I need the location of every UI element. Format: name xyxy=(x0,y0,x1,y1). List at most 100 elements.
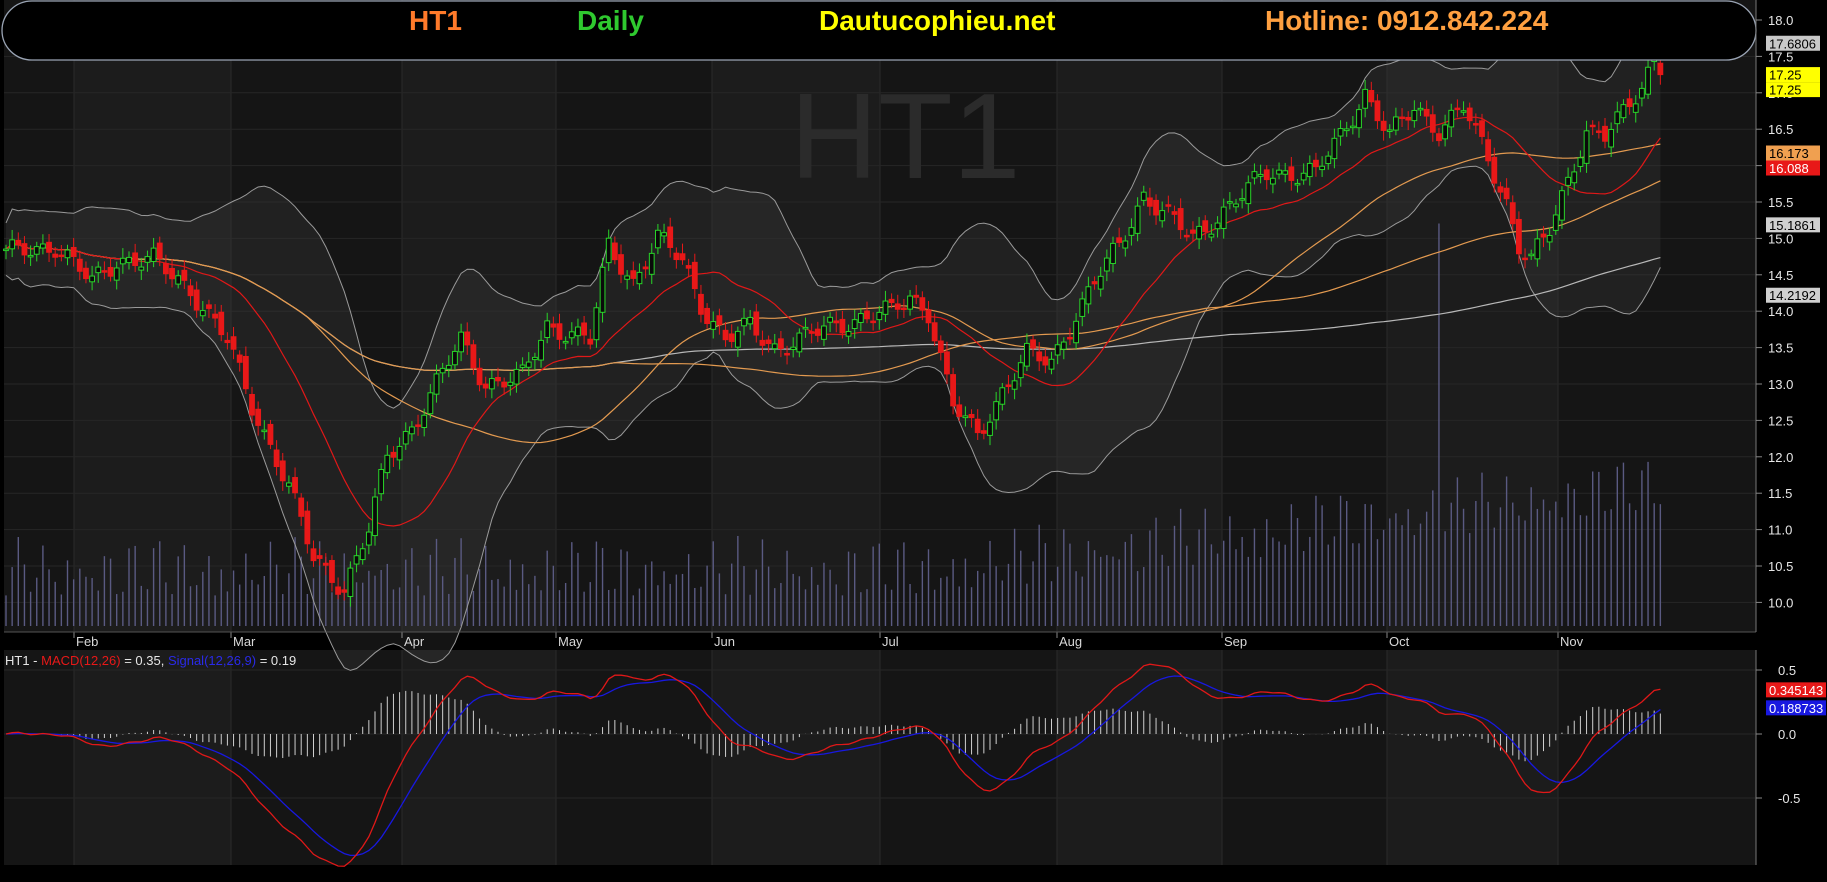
candle-body xyxy=(931,322,938,342)
candle-body xyxy=(101,270,108,273)
candle-body xyxy=(322,562,329,566)
candle-body xyxy=(1460,110,1467,113)
candle-body xyxy=(1085,286,1092,305)
candle-body xyxy=(249,393,255,416)
candle-body xyxy=(132,252,139,266)
candle-body xyxy=(1202,220,1209,232)
candle-body xyxy=(396,445,403,461)
candle-body xyxy=(888,298,895,303)
candle-body xyxy=(1091,281,1098,285)
candle-body xyxy=(624,275,631,280)
month-label: Apr xyxy=(404,634,425,649)
candle-body xyxy=(1565,176,1571,186)
candle-body xyxy=(821,325,827,340)
candle-body xyxy=(550,323,557,328)
candle-body xyxy=(495,377,501,382)
candle-body xyxy=(814,328,821,336)
candle-body xyxy=(599,266,606,313)
candle-body xyxy=(999,387,1006,405)
candle-body xyxy=(1005,384,1012,388)
candle-body xyxy=(630,270,637,279)
candle-body xyxy=(1073,320,1079,344)
candle-body xyxy=(83,267,89,280)
candle-body xyxy=(304,510,311,545)
candle-body xyxy=(1233,203,1239,208)
legend-sep: - xyxy=(30,653,42,668)
candle-body xyxy=(40,243,46,249)
chart-window: HT1 Feb Mar Apr May Jun Jul Aug Sep Oct Nov 18.0 17.… xyxy=(0,0,1827,882)
candle-body xyxy=(482,383,489,389)
candle-body xyxy=(747,316,754,325)
candle-body xyxy=(458,331,465,353)
candle-body xyxy=(605,237,612,264)
candle-body xyxy=(470,344,477,369)
last-sma200: 14.2192 xyxy=(1766,287,1820,303)
candle-body xyxy=(1153,199,1159,216)
month-label: Sep xyxy=(1224,634,1247,649)
candle-body xyxy=(845,331,852,337)
candle-body xyxy=(1319,165,1325,171)
last-sma100: 15.1861 xyxy=(1766,217,1820,233)
price-tick-label: 15.5 xyxy=(1768,195,1793,210)
candle-body xyxy=(1497,186,1504,193)
value-text: 17.25 xyxy=(1769,83,1802,98)
candle-body xyxy=(341,589,348,593)
candle-body xyxy=(46,241,52,253)
candle-body xyxy=(199,310,206,317)
legend-signal-value: = 0.19 xyxy=(256,653,296,668)
candle-body xyxy=(1368,89,1375,103)
candle-body xyxy=(956,404,963,417)
candle-body xyxy=(187,285,194,297)
candle-body xyxy=(353,555,360,565)
candle-body xyxy=(1442,124,1448,140)
candle-body xyxy=(433,373,440,395)
value-text: 16.173 xyxy=(1769,146,1809,161)
candle-body xyxy=(1472,123,1479,126)
candle-body xyxy=(1479,120,1485,137)
candle-body xyxy=(1411,109,1418,122)
candle-body xyxy=(655,229,661,249)
candle-body xyxy=(286,482,292,487)
candle-body xyxy=(1282,170,1289,175)
candle-body xyxy=(1183,234,1190,238)
candle-body xyxy=(1067,336,1073,340)
candle-body xyxy=(402,431,409,445)
candle-body xyxy=(1079,298,1086,317)
month-label: Feb xyxy=(76,634,98,649)
candle-body xyxy=(1583,130,1590,164)
symbol-title: HT1 xyxy=(409,5,462,36)
candle-body xyxy=(415,424,421,427)
candle-body xyxy=(1110,242,1116,265)
stock-chart[interactable]: HT1 Feb Mar Apr May Jun Jul Aug Sep Oct Nov 18.0 17.… xyxy=(0,0,1827,882)
candle-body xyxy=(839,318,846,334)
price-tick-label: 12.5 xyxy=(1768,413,1793,428)
candle-body xyxy=(796,332,803,353)
candle-body xyxy=(870,320,877,324)
value-text: 15.1861 xyxy=(1769,218,1816,233)
candle-body xyxy=(722,329,729,341)
candle-body xyxy=(1251,171,1258,179)
site-name: Dautucophieu.net xyxy=(819,5,1056,36)
macd-tick-label: 0.0 xyxy=(1778,727,1796,742)
price-tick-label: 14.5 xyxy=(1768,268,1793,283)
candle-body xyxy=(378,469,385,495)
candle-body xyxy=(501,381,508,388)
period-label: Daily xyxy=(577,5,644,36)
candle-body xyxy=(980,430,987,434)
candle-body xyxy=(587,338,594,345)
candle-body xyxy=(771,343,778,350)
candle-body xyxy=(1466,107,1473,122)
macd-legend: HT1 - MACD(12,26) = 0.35, Signal(12,26,9… xyxy=(5,653,296,668)
candle-body xyxy=(648,252,655,275)
candle-body xyxy=(1522,257,1528,261)
candle-body xyxy=(1097,275,1104,290)
month-band xyxy=(402,650,556,865)
candle-body xyxy=(1485,139,1492,162)
candle-body xyxy=(1054,344,1061,356)
candle-body xyxy=(316,555,323,559)
candle-body xyxy=(919,297,926,311)
candle-body xyxy=(864,310,870,320)
candle-body xyxy=(1380,120,1387,131)
candle-body xyxy=(1405,116,1412,121)
candle-body xyxy=(1534,238,1541,260)
